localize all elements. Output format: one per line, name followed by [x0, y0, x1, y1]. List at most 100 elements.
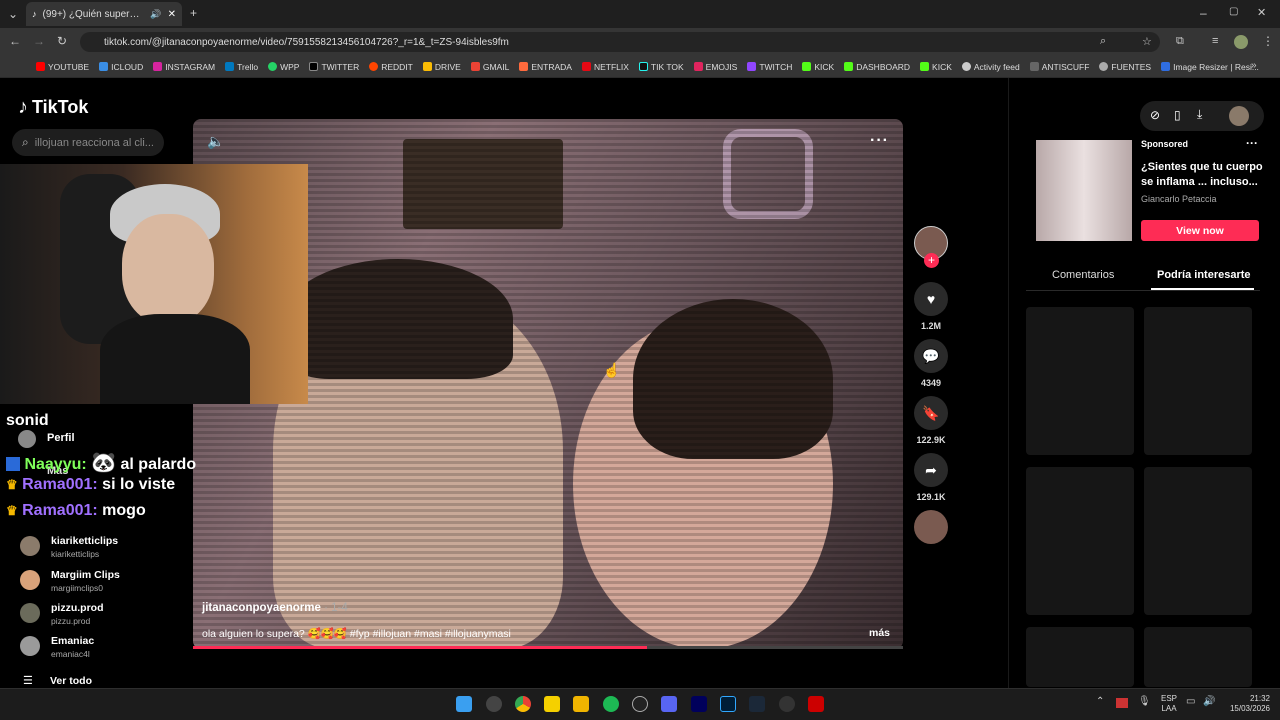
zoom-icon[interactable]: ⌕ — [1100, 35, 1106, 48]
premiere-icon[interactable] — [691, 696, 707, 712]
tab-comments[interactable]: Comentarios — [1052, 269, 1114, 281]
bookmark-star-icon[interactable]: ☆ — [1142, 35, 1152, 48]
address-bar[interactable]: tiktok.com/@jitanaconpoyaenorme/video/75… — [80, 32, 1160, 52]
nav-profile[interactable]: Perfil — [47, 432, 75, 444]
photoshop-icon[interactable] — [720, 696, 736, 712]
browser-tab[interactable]: ♪ (99+) ¿Quién supera a IlloJu… 🔊 ✕ — [26, 2, 182, 26]
maximize-icon[interactable]: ▢ — [1229, 6, 1238, 17]
bookmarks-overflow-icon[interactable]: » — [1251, 60, 1257, 71]
bookmark-kick[interactable]: KICK — [802, 62, 834, 72]
following-name[interactable]: kiariketticlips — [51, 535, 118, 547]
suggested-video-card[interactable] — [1026, 307, 1134, 455]
caption-more-link[interactable]: más — [869, 627, 890, 639]
see-all-link[interactable]: Ver todo — [50, 675, 92, 687]
profile-avatar[interactable] — [1234, 35, 1248, 49]
browser-alt-icon[interactable] — [779, 696, 795, 712]
bookmark-fuentes[interactable]: FUENTES — [1099, 62, 1151, 72]
avatar[interactable] — [20, 536, 40, 556]
avatar[interactable] — [20, 603, 40, 623]
sponsored-headline[interactable]: ¿Sientes que tu cuerpo se inflama ... in… — [1141, 160, 1265, 190]
suggested-video-card[interactable] — [1026, 627, 1134, 687]
download-icon[interactable]: ⤓ — [1197, 107, 1202, 122]
bookmark-netflix[interactable]: NETFLIX — [581, 62, 629, 72]
close-tab-icon[interactable]: ✕ — [168, 9, 176, 20]
bookmark-gmail[interactable]: GMAIL — [470, 62, 509, 72]
tab-suggested[interactable]: Podría interesarte — [1157, 269, 1251, 281]
volume-icon[interactable]: 🔈 — [207, 133, 224, 150]
bookmark-kick-2[interactable]: KICK — [920, 62, 952, 72]
file-explorer-icon[interactable] — [573, 696, 589, 712]
menu-kebab-icon[interactable]: ⋮ — [1262, 34, 1274, 48]
speaker-icon[interactable]: 🔊 — [150, 9, 161, 20]
close-window-icon[interactable]: ✕ — [1257, 6, 1266, 19]
bookmark-dashboard[interactable]: DASHBOARD — [844, 62, 910, 72]
suggested-video-card[interactable] — [1026, 467, 1134, 615]
bookmark-emojis[interactable]: EMOJIS — [693, 62, 737, 72]
chatgpt-icon[interactable] — [632, 696, 648, 712]
minimize-icon[interactable]: – — [1200, 6, 1207, 20]
video-author[interactable]: jitanaconpoyaenorme · 1-4 — [202, 602, 348, 614]
windows-start-icon[interactable] — [456, 696, 472, 712]
bookmark-image-resizer[interactable]: Image Resizer | Resi... — [1161, 62, 1259, 72]
tray-chevron-icon[interactable]: ⌃ — [1096, 696, 1104, 707]
bookmark-tiktok[interactable]: TIK TOK — [638, 62, 684, 72]
following-name[interactable]: Margiim Clips — [51, 569, 120, 581]
view-now-button[interactable]: View now — [1141, 220, 1259, 241]
suggested-video-card[interactable] — [1144, 307, 1252, 455]
tab-list-icon[interactable]: ⌄ — [8, 7, 18, 21]
spotify-icon[interactable] — [603, 696, 619, 712]
clock[interactable]: 21:32 15/03/2026 — [1224, 694, 1270, 714]
bookmark-drive[interactable]: DRIVE — [422, 62, 461, 72]
video-editor-icon[interactable] — [808, 696, 824, 712]
avatar[interactable] — [20, 570, 40, 590]
bookmark-wpp[interactable]: WPP — [268, 62, 299, 72]
reload-icon[interactable]: ↻ — [57, 34, 67, 48]
compass-icon[interactable]: ⊘ — [1150, 108, 1160, 122]
avatar[interactable] — [20, 636, 40, 656]
following-name[interactable]: Emaniac — [51, 635, 94, 647]
tiktok-logo[interactable]: ♪ TikTok — [18, 96, 88, 119]
bookmark-instagram[interactable]: INSTAGRAM — [153, 62, 215, 72]
chrome-icon[interactable] — [515, 696, 531, 712]
forward-icon[interactable]: → — [33, 34, 45, 48]
bookmark-twitter[interactable]: TWITTER — [309, 62, 359, 72]
mic-icon[interactable]: 🎙 — [1138, 696, 1151, 707]
follow-plus-icon[interactable]: + — [924, 253, 939, 268]
extensions-icon[interactable]: ⧉ — [1176, 35, 1184, 48]
like-button[interactable]: ♥ — [914, 282, 948, 316]
bookmark-trello[interactable]: Trello — [225, 62, 258, 72]
volume-tray-icon[interactable]: 🔊 — [1203, 696, 1215, 707]
suggested-video-card[interactable] — [1144, 627, 1252, 687]
following-name[interactable]: pizzu.prod — [51, 602, 104, 614]
bookmark-activity-feed[interactable]: Activity feed — [961, 62, 1020, 72]
language-indicator[interactable]: ESP LAA — [1161, 694, 1177, 714]
video-progress-bar[interactable] — [193, 646, 903, 649]
sticky-notes-icon[interactable] — [544, 696, 560, 712]
bookmark-icloud[interactable]: ICLOUD — [99, 62, 143, 72]
profile-avatar-small[interactable] — [18, 430, 36, 448]
tray-app-icon[interactable] — [1116, 698, 1128, 708]
user-avatar[interactable] — [1229, 106, 1249, 126]
bookmark-antiscuff[interactable]: ANTISCUFF — [1029, 62, 1089, 72]
steam-icon[interactable] — [749, 696, 765, 712]
search-input[interactable]: ⌕ illojuan reacciona al cli... — [12, 129, 164, 156]
bookmark-youtube[interactable]: YOUTUBE — [36, 62, 89, 72]
suggested-video-card[interactable] — [1144, 467, 1252, 615]
back-icon[interactable]: ← — [9, 34, 21, 48]
bookmark-reddit[interactable]: REDDIT — [369, 62, 413, 72]
task-app-icon[interactable] — [486, 696, 502, 712]
network-icon[interactable]: ▭ — [1186, 696, 1195, 707]
comment-button[interactable]: 💬 — [914, 339, 948, 373]
sponsored-thumbnail[interactable] — [1036, 140, 1132, 241]
share-button[interactable]: ➦ — [914, 453, 948, 487]
sound-disc-avatar[interactable] — [914, 510, 948, 544]
reading-list-icon[interactable]: ≡ — [1212, 35, 1218, 47]
bookmark-entrada[interactable]: ENTRADA — [519, 62, 572, 72]
new-tab-icon[interactable]: + — [190, 6, 197, 20]
save-button[interactable]: 🔖 — [914, 396, 948, 430]
bookmark-twitch[interactable]: TWITCH — [747, 62, 792, 72]
discord-icon[interactable] — [661, 696, 677, 712]
ad-more-icon[interactable]: ··· — [1246, 136, 1258, 150]
phone-icon[interactable]: ▯ — [1174, 108, 1181, 122]
video-more-icon[interactable]: ··· — [870, 132, 889, 150]
